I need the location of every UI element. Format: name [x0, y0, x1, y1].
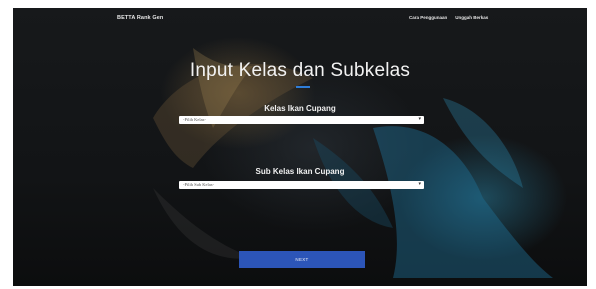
class-field-label: Kelas Ikan Cupang: [264, 104, 336, 113]
class-select[interactable]: -Pilih Kelas- ▾: [179, 116, 424, 124]
nav-link-cara-penggunaan[interactable]: Cara Penggunaan: [409, 15, 447, 20]
chevron-down-icon: ▾: [418, 182, 421, 187]
page-frame: BETTA Rank Gen Cara Penggunaan Unggah Be…: [13, 8, 587, 286]
title-underline: [296, 86, 310, 88]
next-button[interactable]: NEXT: [239, 251, 365, 268]
chevron-down-icon: ▾: [418, 117, 421, 122]
brand-logo-text[interactable]: BETTA Rank Gen: [117, 15, 163, 21]
class-select-value: -Pilih Kelas-: [183, 117, 206, 122]
nav-link-unggah-berkas[interactable]: Unggah Berkas: [455, 15, 488, 20]
subclass-field-label: Sub Kelas Ikan Cupang: [255, 167, 345, 176]
subclass-select-value: -Pilih Sub Kelas-: [183, 182, 214, 187]
page-title: Input Kelas dan Subkelas: [189, 60, 411, 81]
subclass-select[interactable]: -Pilih Sub Kelas- ▾: [179, 181, 424, 189]
top-nav: Cara Penggunaan Unggah Berkas: [409, 15, 488, 20]
betta-fish-background: [153, 48, 553, 278]
